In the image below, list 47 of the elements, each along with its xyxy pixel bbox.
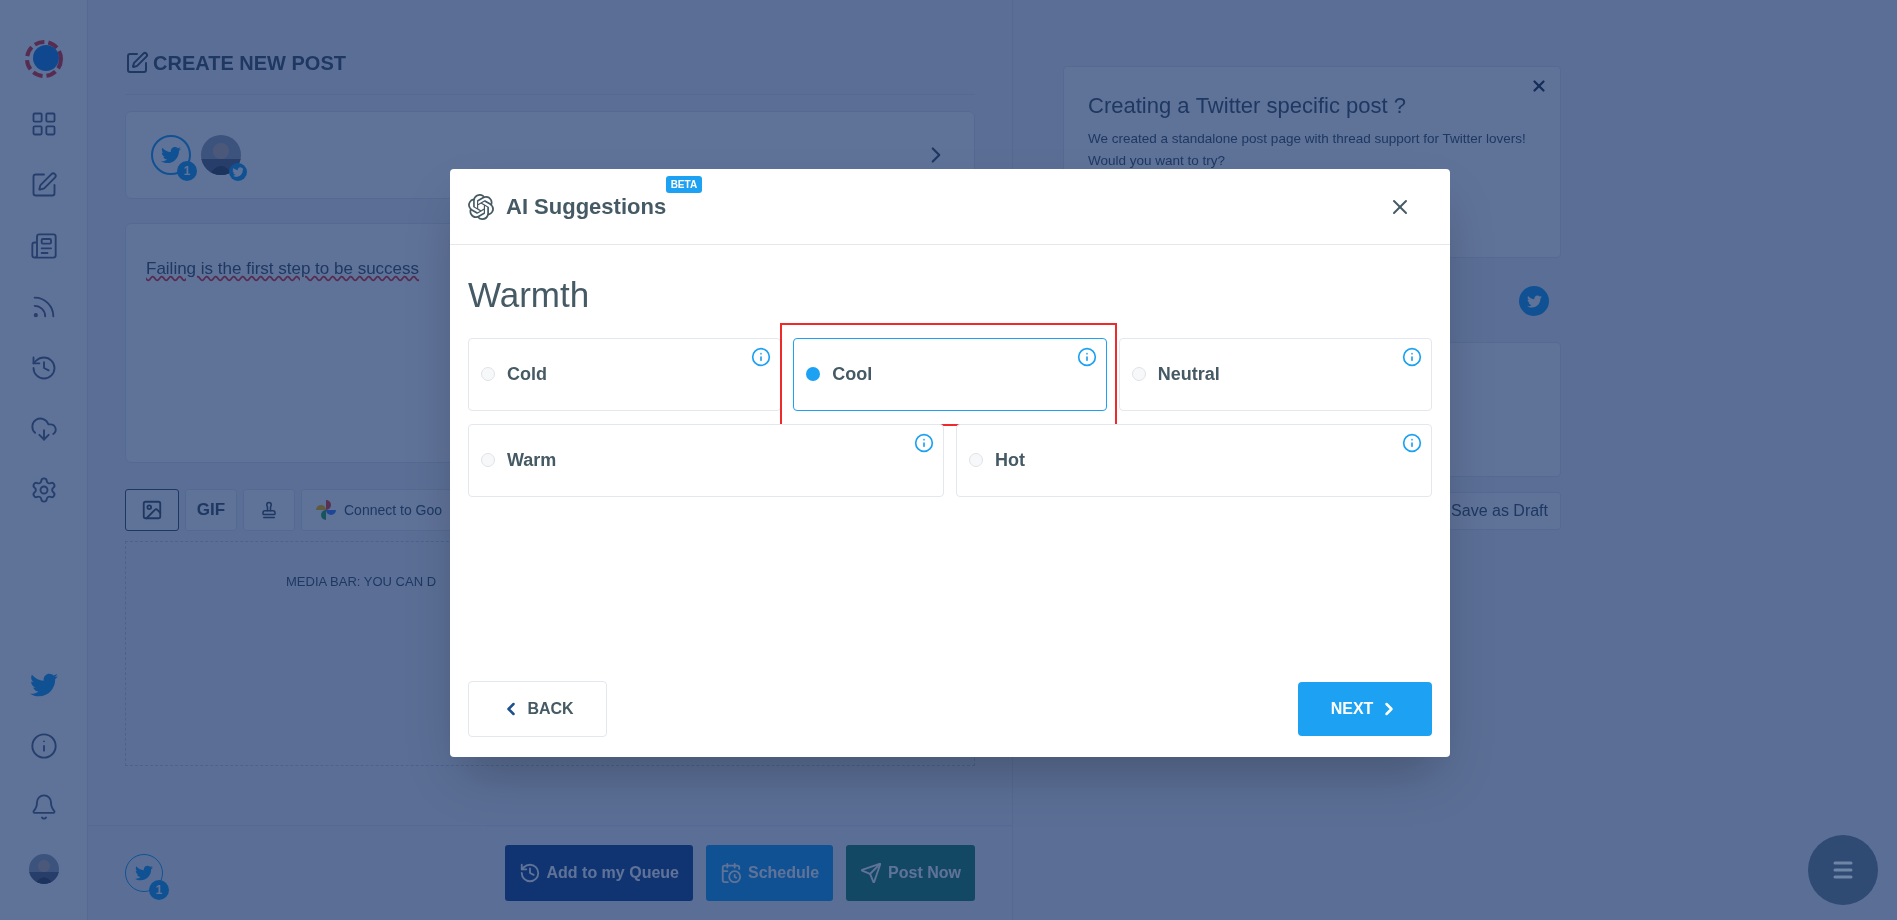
queue-button[interactable]: Add to my Queue	[504, 845, 693, 901]
pinwheel-icon	[316, 500, 336, 520]
next-button[interactable]: NEXT	[1298, 682, 1432, 736]
step-heading: Warmth	[468, 274, 591, 316]
image-button[interactable]	[125, 489, 179, 531]
media-bar-text: MEDIA BAR: YOU CAN D	[286, 573, 436, 591]
info-icon[interactable]	[1402, 432, 1422, 453]
page-title: CREATE NEW POST	[153, 51, 346, 76]
beta-badge: BETA	[665, 176, 703, 193]
promo-title: Creating a Twitter specific post ?	[1088, 92, 1407, 120]
knot-logo-icon	[468, 193, 494, 220]
sidebar-item[interactable]	[29, 232, 58, 260]
history-icon	[518, 862, 541, 884]
warmth-option[interactable]: Neutral	[1118, 337, 1432, 411]
warmth-option[interactable]: Warm	[468, 423, 944, 497]
warmth-option[interactable]: Cold	[468, 337, 782, 411]
twitter-icon[interactable]	[29, 671, 58, 699]
info-icon[interactable]	[1402, 346, 1422, 367]
upload-button[interactable]	[243, 489, 295, 531]
close-icon[interactable]	[1530, 77, 1548, 95]
edit-icon	[125, 51, 149, 75]
warmth-option[interactable]: Hot	[956, 423, 1432, 497]
sidebar-item[interactable]	[29, 415, 58, 443]
count-badge: 1	[177, 161, 197, 181]
info-icon[interactable]	[29, 732, 58, 760]
image-icon	[141, 499, 163, 521]
promo-text: We created a standalone post page with thread support for Twitter lovers! Would you want to try?	[1088, 130, 1527, 170]
warmth-option[interactable]: Cool	[793, 337, 1107, 411]
cloud-download-icon	[29, 415, 58, 443]
post-button[interactable]: Post Now	[846, 845, 975, 901]
logo-icon	[24, 40, 63, 78]
twitter-icon	[161, 145, 181, 165]
twitter-icon	[1526, 293, 1542, 309]
info-icon[interactable]	[751, 346, 772, 367]
send-icon	[860, 862, 883, 884]
newspaper-icon	[29, 232, 58, 260]
count-badge: 1	[149, 880, 169, 900]
info-icon[interactable]	[914, 432, 934, 453]
twitter-icon	[135, 864, 153, 882]
twitter-icon	[229, 163, 247, 181]
stamp-icon	[260, 501, 278, 519]
calendar-icon	[719, 862, 742, 884]
schedule-button[interactable]: Schedule	[705, 845, 834, 901]
back-button[interactable]: BACK	[468, 681, 607, 737]
info-icon[interactable]	[1076, 346, 1097, 367]
post-text: Failing is the first step to be success	[146, 259, 420, 278]
gif-button[interactable]: GIF	[185, 489, 237, 531]
